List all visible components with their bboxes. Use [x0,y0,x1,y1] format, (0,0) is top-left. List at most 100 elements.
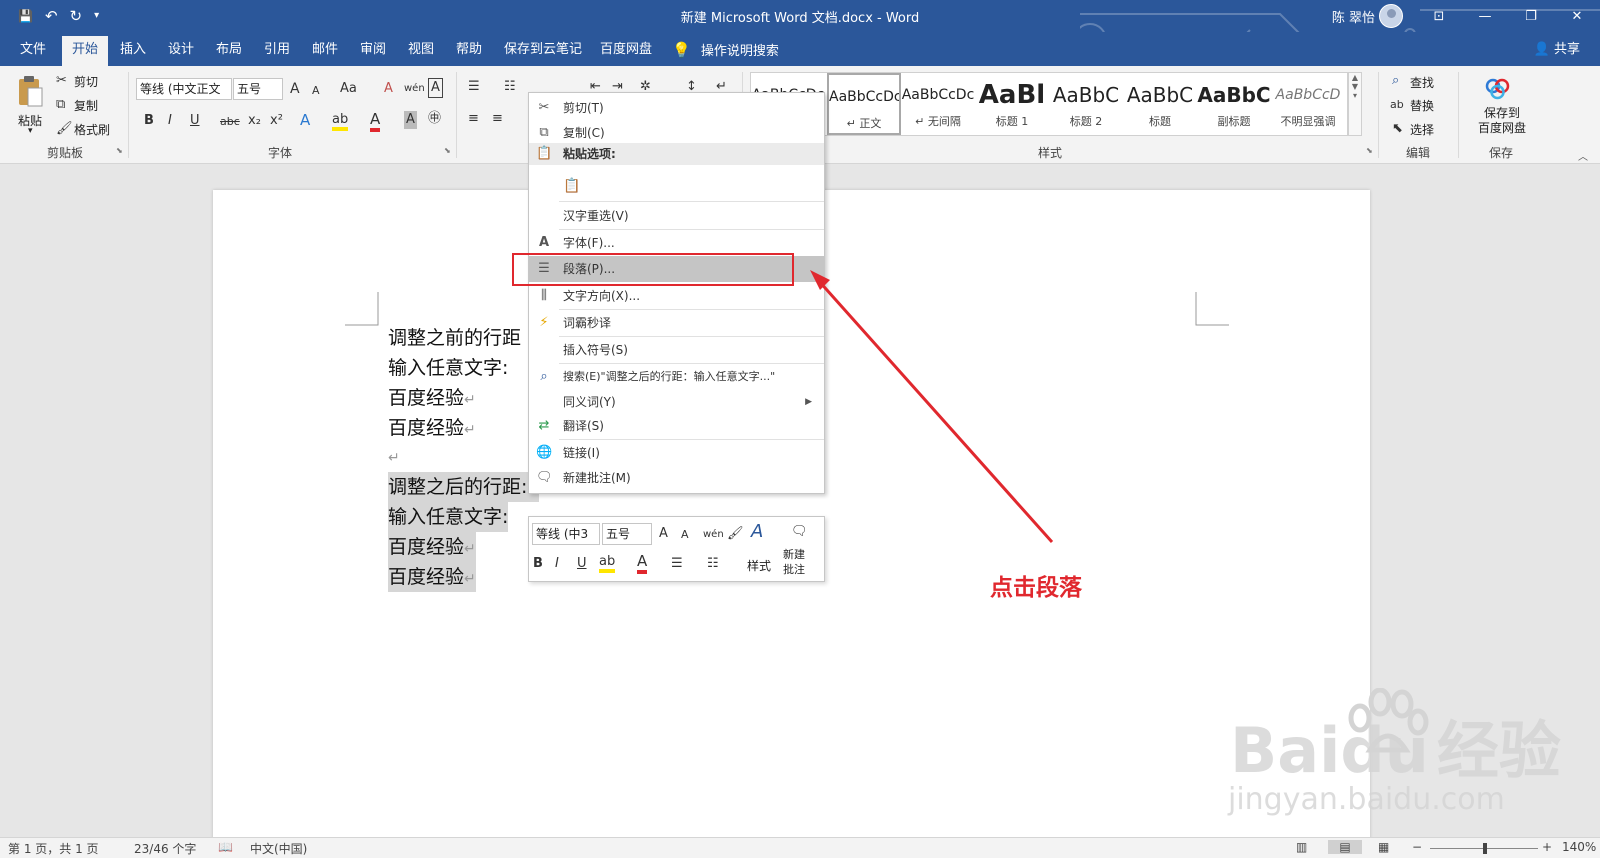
char-border-icon[interactable]: A [428,78,443,98]
menu-item-translate-word[interactable]: ⚡ 词霸秒译 [529,310,824,336]
menu-item-search[interactable]: ⌕ 搜索(E)"调整之后的行距：输入任意文字..." [529,364,824,390]
doc-paragraph[interactable]: 调整之前的行距 [388,323,521,353]
shrink-font-icon[interactable]: A [681,526,689,544]
styles-scrollbar[interactable]: ▲ ▼ ▾ [1348,72,1362,136]
style-title[interactable]: AaBbC 标题 [1123,73,1197,135]
bold-button[interactable]: B [144,112,154,130]
doc-paragraph-selected[interactable]: 百度经验↵ [388,532,476,562]
tab-home[interactable]: 开始 [62,36,109,66]
tab-baidu-netdisk[interactable]: 百度网盘 [590,36,662,66]
minimize-button[interactable]: — [1462,0,1508,32]
underline-button[interactable]: U [190,112,200,130]
shrink-font-icon[interactable]: A [312,82,320,100]
menu-item-link[interactable]: 🌐 链接(I) [529,440,824,466]
mini-new-comment-button[interactable]: 新建 批注 [783,547,805,577]
superscript-button[interactable]: x² [270,112,283,130]
ribbon-display-button[interactable]: ⊡ [1416,0,1462,32]
style-heading-1[interactable]: AaBl 标题 1 [975,73,1049,135]
mini-size-combo[interactable]: 五号 [602,523,652,545]
tab-file[interactable]: 文件 [10,36,56,66]
doc-paragraph-selected[interactable]: 输入任意文字: [388,502,509,532]
align-center-icon[interactable]: ≡ [492,110,503,128]
style-no-spacing[interactable]: AaBbCcDc ↵ 无间隔 [901,73,975,135]
share-button[interactable]: 👤 共享 [1534,36,1580,64]
menu-item-translate[interactable]: ⇄ 翻译(S) [529,413,824,439]
styles-dialog-launcher-icon[interactable]: ⬊ [1366,146,1373,155]
word-count[interactable]: 23/46 个字 [134,840,196,857]
user-name[interactable]: 陈 翠怡 [1332,7,1375,26]
find-button[interactable]: 查找 [1410,74,1434,91]
mini-italic-button[interactable]: I [555,555,559,573]
bullets-icon[interactable]: ☰ [468,78,480,96]
save-to-baidu-button[interactable]: 保存到 百度网盘 [1478,106,1526,136]
change-case-icon[interactable]: Aa [340,80,357,98]
tab-design[interactable]: 设计 [158,36,204,66]
doc-paragraph[interactable]: 输入任意文字: [388,353,508,383]
tab-layout[interactable]: 布局 [206,36,252,66]
align-left-icon[interactable]: ≡ [468,110,479,128]
tab-insert[interactable]: 插入 [110,36,156,66]
menu-item-synonyms[interactable]: 同义词(Y) ▶ [529,389,824,415]
font-color-icon[interactable]: A [637,552,648,574]
tab-view[interactable]: 视图 [398,36,444,66]
highlight-icon[interactable]: ab [332,111,349,131]
char-shading-icon[interactable]: A [404,111,417,129]
close-button[interactable]: ✕ [1554,0,1600,32]
doc-paragraph[interactable]: 百度经验↵ [388,413,476,443]
bullets-icon[interactable]: ☰ [671,555,683,573]
numbering-icon[interactable]: ☷ [707,555,719,573]
menu-item-new-comment[interactable]: 🗨 新建批注(M) [529,465,824,491]
tab-save-cloud-note[interactable]: 保存到云笔记 [494,36,592,66]
doc-paragraph[interactable]: 百度经验↵ [388,383,476,413]
subscript-button[interactable]: x₂ [248,112,261,130]
text-effects-icon[interactable]: A [300,111,310,129]
paste-dropdown-icon[interactable]: ▾ [28,126,33,136]
tab-review[interactable]: 审阅 [350,36,396,66]
font-family-combo[interactable]: 等线 (中文正文 [136,78,232,100]
copy-button[interactable]: 复制 [74,97,98,114]
zoom-slider-thumb[interactable] [1483,843,1487,854]
menu-item-insert-symbol[interactable]: 插入符号(S) [529,337,824,363]
format-painter-button[interactable]: 格式刷 [74,121,110,138]
paste-option-text-only[interactable]: 📋 [529,167,824,199]
mini-font-combo[interactable]: 等线 (中3 [532,523,600,545]
zoom-level[interactable]: 140% [1562,840,1596,854]
style-subtle-emphasis[interactable]: AaBbCcD 不明显强调 [1271,73,1345,135]
cut-button[interactable]: 剪切 [74,73,98,90]
grow-font-icon[interactable]: A [659,525,668,543]
baidu-cloud-icon[interactable] [1484,78,1512,100]
read-mode-icon[interactable]: ▥ [1296,840,1307,854]
web-layout-icon[interactable]: ▦ [1378,840,1389,854]
paste-icon[interactable] [16,74,46,110]
italic-button[interactable]: I [168,112,172,130]
numbering-icon[interactable]: ☷ [504,78,516,96]
tell-me-search[interactable]: 💡 操作说明搜索 [672,36,779,66]
zoom-in-button[interactable]: + [1542,840,1552,854]
replace-button[interactable]: 替换 [1410,97,1434,114]
tab-mailings[interactable]: 邮件 [302,36,348,66]
zoom-out-button[interactable]: − [1412,840,1422,854]
enclose-char-icon[interactable]: ㊥ [428,110,441,128]
doc-paragraph[interactable]: ↵ [388,441,400,471]
phonetic-guide-icon[interactable]: wén [703,526,724,544]
select-button[interactable]: 选择 [1410,121,1434,138]
font-color-icon[interactable]: A [370,110,381,132]
phonetic-guide-icon[interactable]: wén [404,80,425,98]
font-dialog-launcher-icon[interactable]: ⬊ [444,146,451,155]
tab-references[interactable]: 引用 [254,36,300,66]
highlight-icon[interactable]: ab [599,553,616,573]
print-layout-icon[interactable]: ▤ [1328,840,1362,854]
mini-styles-button[interactable]: 样式 [747,557,771,574]
avatar[interactable] [1379,4,1403,28]
collapse-ribbon-icon[interactable]: ︿ [1578,148,1588,163]
menu-item-reconvert[interactable]: 汉字重选(V) [529,203,824,229]
mini-bold-button[interactable]: B [533,555,543,573]
strikethrough-button[interactable]: abc [220,113,240,131]
new-comment-icon[interactable]: 🗨 [791,523,808,541]
style-subtitle[interactable]: AaBbC 副标题 [1197,73,1271,135]
mini-underline-button[interactable]: U [577,555,587,573]
grow-font-icon[interactable]: A [290,80,300,98]
styles-icon[interactable]: A [751,523,763,541]
style-normal[interactable]: AaBbCcDc ↵ 正文 [827,73,901,135]
clear-format-icon[interactable]: A [384,80,393,98]
